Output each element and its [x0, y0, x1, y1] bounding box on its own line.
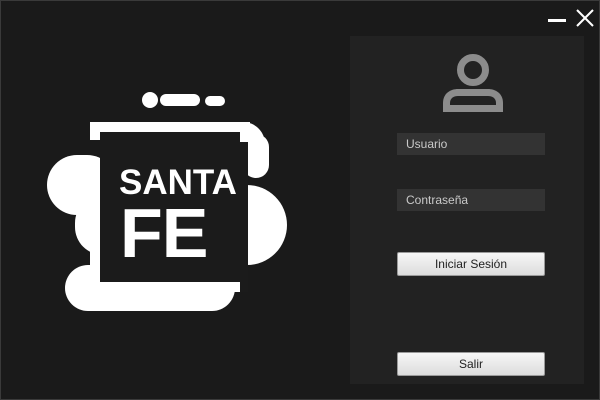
username-input[interactable]	[397, 133, 545, 155]
user-avatar-icon	[438, 51, 508, 117]
exit-button-label: Salir	[458, 357, 483, 371]
login-button-label: Iniciar Sesión	[434, 257, 508, 271]
logo-text-fe: FE	[120, 194, 208, 272]
exit-button[interactable]: Salir	[397, 352, 545, 376]
close-button[interactable]	[575, 8, 595, 28]
minimize-icon	[548, 19, 566, 22]
close-icon	[576, 9, 594, 27]
login-button[interactable]: Iniciar Sesión	[397, 252, 545, 276]
password-input[interactable]	[397, 189, 545, 211]
minimize-button[interactable]	[547, 8, 567, 28]
login-panel: Iniciar Sesión Salir	[350, 36, 584, 384]
santa-fe-logo: SANTA FE	[45, 90, 290, 315]
